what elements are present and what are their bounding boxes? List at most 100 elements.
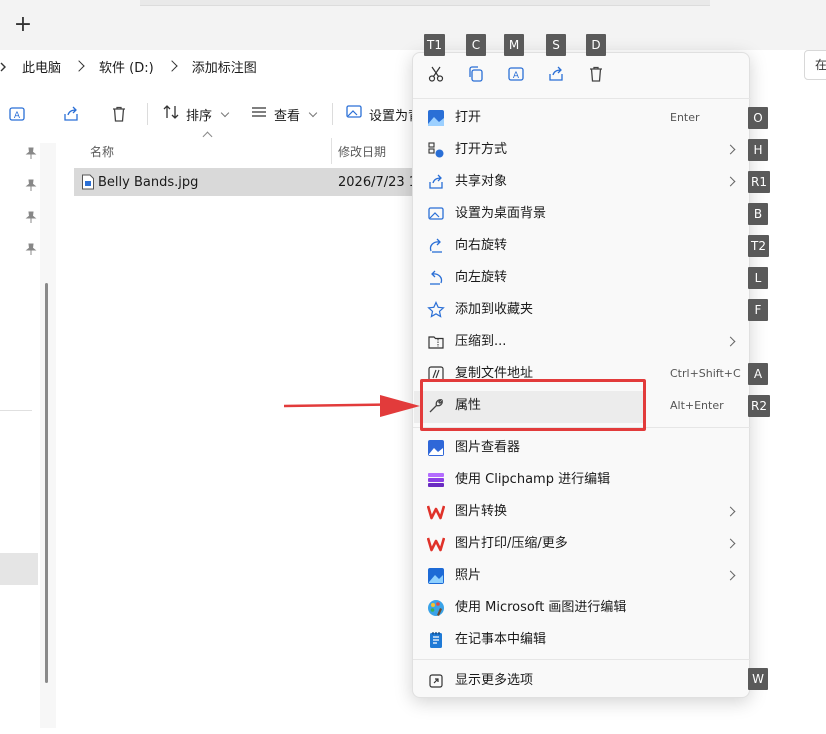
pin-icon[interactable] bbox=[24, 146, 38, 160]
breadcrumb-this-pc[interactable]: 此电脑 bbox=[22, 57, 61, 76]
pin-icon[interactable] bbox=[24, 242, 38, 256]
menu-item-6[interactable]: 向左旋转 bbox=[413, 262, 751, 294]
menu-item-show-more-options[interactable]: 显示更多选项 bbox=[413, 665, 751, 697]
nav-scrollbar-thumb[interactable] bbox=[45, 283, 48, 683]
wallpaper-icon bbox=[345, 104, 363, 124]
menu-item-2[interactable]: 打开方式 bbox=[413, 134, 751, 166]
menu-item-3[interactable]: 共享对象 bbox=[413, 166, 751, 198]
menu-item-label: 共享对象 bbox=[455, 174, 508, 189]
scissors-icon bbox=[427, 65, 445, 87]
chevron-right-icon bbox=[725, 570, 736, 581]
menu-item-label: 图片打印/压缩/更多 bbox=[455, 536, 568, 551]
svg-text:A: A bbox=[513, 71, 520, 81]
highlight-box bbox=[420, 379, 646, 431]
breadcrumb-drive-d[interactable]: 软件 (D:) bbox=[99, 57, 154, 76]
file-row[interactable]: Belly Bands.jpg 2026/7/23 14 bbox=[74, 168, 414, 196]
image-file-icon bbox=[81, 174, 95, 194]
set-background-button[interactable]: 设置为背 bbox=[345, 104, 421, 124]
chevron-right-icon bbox=[725, 538, 736, 549]
keytip-menu-3: R1 bbox=[748, 171, 770, 193]
chevron-right-icon bbox=[0, 61, 6, 72]
pin-icon[interactable] bbox=[24, 178, 38, 192]
delete-icon bbox=[587, 65, 605, 87]
cut-button[interactable] bbox=[423, 63, 449, 89]
menu-item-app-6[interactable]: 使用 Microsoft 画图进行编辑 bbox=[413, 592, 751, 624]
menu-item-app-4[interactable]: 图片打印/压缩/更多 bbox=[413, 528, 751, 560]
clipchamp-icon bbox=[427, 471, 445, 489]
open-with-icon bbox=[427, 141, 445, 159]
menu-item-shortcut: Alt+Enter bbox=[670, 399, 724, 412]
sort-ascending-icon bbox=[202, 131, 213, 142]
keytip-quick-4: S bbox=[546, 34, 566, 56]
keytip-menu-1: O bbox=[748, 107, 768, 129]
zip-icon bbox=[427, 333, 445, 351]
menu-item-5[interactable]: 向右旋转 bbox=[413, 230, 751, 262]
keytip-menu-2: H bbox=[748, 139, 768, 161]
menu-item-app-2[interactable]: 使用 Clipchamp 进行编辑 bbox=[413, 464, 751, 496]
share-icon bbox=[547, 65, 565, 87]
photo-viewer-icon bbox=[427, 439, 445, 457]
chevron-right-icon bbox=[725, 176, 736, 187]
menu-divider bbox=[413, 659, 751, 660]
sort-icon bbox=[162, 104, 180, 124]
menu-item-4[interactable]: 设置为桌面背景 bbox=[413, 198, 751, 230]
keytip-quick-5: D bbox=[586, 34, 606, 56]
context-menu: A 打开 Enter 打开方式共享对象设置为桌面背景 向右旋转向左旋转添加到收藏夹 压缩… bbox=[412, 52, 751, 698]
rotate-left-icon bbox=[427, 269, 445, 287]
share-icon[interactable] bbox=[59, 102, 83, 126]
photos-icon bbox=[427, 567, 445, 585]
file-modified-date: 2026/7/23 14 bbox=[338, 174, 414, 190]
sort-button[interactable]: 排序 bbox=[162, 104, 230, 124]
copy-button[interactable] bbox=[463, 63, 489, 89]
nav-divider bbox=[0, 410, 32, 411]
menu-item-app-1[interactable]: 图片查看器 bbox=[413, 432, 751, 464]
chevron-right-icon bbox=[725, 506, 736, 517]
keytip-quick-1: T1 bbox=[424, 34, 445, 56]
menu-item-label: 向右旋转 bbox=[455, 238, 508, 253]
keytip-menu-10: R2 bbox=[748, 395, 770, 417]
chevron-right-icon bbox=[725, 144, 736, 155]
menu-item-label: 压缩到... bbox=[455, 334, 507, 349]
delete-icon[interactable] bbox=[107, 102, 131, 126]
more-options-icon bbox=[427, 672, 445, 690]
menu-item-label: 向左旋转 bbox=[455, 270, 508, 285]
column-divider[interactable] bbox=[331, 138, 332, 164]
breadcrumb-folder[interactable]: 添加标注图 bbox=[192, 57, 257, 76]
nav-selected-item[interactable] bbox=[0, 553, 38, 585]
share-button[interactable] bbox=[543, 63, 569, 89]
menu-item-app-3[interactable]: 图片转换 bbox=[413, 496, 751, 528]
notepad-icon bbox=[427, 631, 445, 649]
menu-item-8[interactable]: 压缩到... bbox=[413, 326, 751, 358]
menu-item-label: 添加到收藏夹 bbox=[455, 302, 534, 317]
menu-item-app-7[interactable]: 在记事本中编辑 bbox=[413, 624, 751, 656]
chevron-down-icon bbox=[308, 108, 318, 117]
rename-button[interactable]: A bbox=[503, 63, 529, 89]
copy-icon bbox=[467, 65, 485, 87]
annotation-arrow-icon bbox=[284, 395, 420, 417]
toolbar-divider bbox=[147, 103, 148, 125]
view-label: 查看 bbox=[274, 108, 301, 124]
new-tab-button[interactable]: + bbox=[12, 12, 34, 38]
wallpaper-icon bbox=[427, 205, 445, 223]
pin-icon[interactable] bbox=[24, 210, 38, 224]
column-header-name[interactable]: 名称 bbox=[90, 136, 114, 166]
paint-icon bbox=[427, 599, 445, 617]
menu-item-label: 打开 bbox=[455, 110, 482, 125]
menu-item-app-5[interactable]: 照片 bbox=[413, 560, 751, 592]
column-header-modified[interactable]: 修改日期 bbox=[338, 136, 386, 166]
file-name: Belly Bands.jpg bbox=[98, 174, 199, 190]
view-button[interactable]: 查看 bbox=[250, 105, 318, 124]
nav-scrollbar[interactable] bbox=[40, 143, 56, 728]
menu-item-label: 显示更多选项 bbox=[455, 673, 534, 688]
menu-item-7[interactable]: 添加到收藏夹 bbox=[413, 294, 751, 326]
toolbar-divider bbox=[332, 103, 334, 125]
search-box-stub[interactable]: 在 bbox=[804, 50, 826, 80]
menu-item-1[interactable]: 打开 Enter bbox=[413, 102, 751, 134]
keytip-menu-6: L bbox=[748, 267, 768, 289]
menu-item-label: 设置为桌面背景 bbox=[455, 206, 547, 221]
delete-button[interactable] bbox=[583, 63, 609, 89]
rename-icon[interactable]: A bbox=[5, 102, 29, 126]
menu-item-label: 图片查看器 bbox=[455, 440, 521, 455]
menu-item-label: 图片转换 bbox=[455, 504, 508, 519]
keytip-menu-9: A bbox=[748, 363, 768, 385]
